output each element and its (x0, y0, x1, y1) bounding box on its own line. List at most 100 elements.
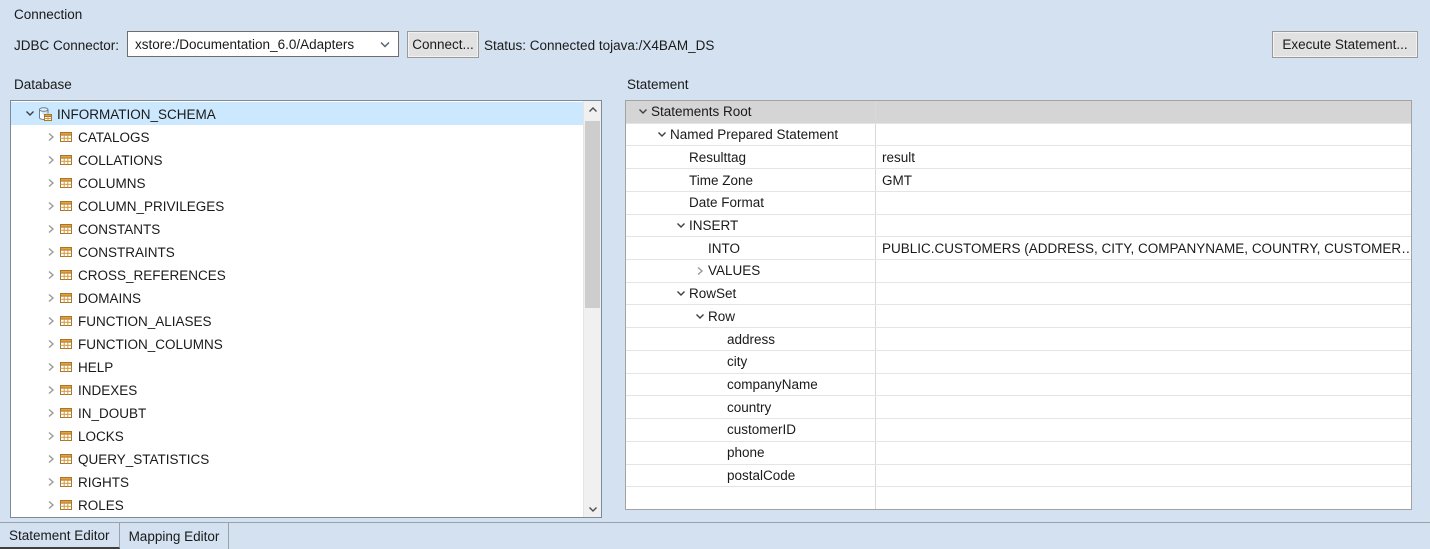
statement-row-value[interactable]: GMT (875, 169, 1411, 191)
statement-row-value[interactable] (875, 192, 1411, 214)
statement-row-value[interactable] (875, 419, 1411, 441)
tree-item-table[interactable]: CROSS_REFERENCES (11, 263, 583, 286)
statement-row-label: city (727, 354, 747, 369)
statement-row-value[interactable]: result (875, 146, 1411, 168)
chevron-right-icon[interactable] (44, 132, 58, 142)
statement-row[interactable]: Row (626, 305, 1411, 328)
chevron-right-icon[interactable] (44, 201, 58, 211)
statement-row[interactable]: postalCode (626, 465, 1411, 488)
chevron-down-icon[interactable] (23, 109, 37, 118)
tree-item-table[interactable]: CATALOGS (11, 125, 583, 148)
statement-row[interactable]: address (626, 328, 1411, 351)
statement-row-value[interactable]: PUBLIC.CUSTOMERS (ADDRESS, CITY, COMPANY… (875, 237, 1411, 259)
statement-row[interactable]: Named Prepared Statement (626, 124, 1411, 147)
chevron-right-icon[interactable] (44, 270, 58, 280)
statement-row[interactable]: Date Format (626, 192, 1411, 215)
statement-row-value[interactable] (875, 124, 1411, 146)
tree-item-information-schema[interactable]: INFORMATION_SCHEMA (11, 102, 583, 125)
tree-item-table[interactable]: CONSTRAINTS (11, 240, 583, 263)
chevron-right-icon[interactable] (44, 500, 58, 510)
table-icon (58, 290, 74, 306)
statement-row-value[interactable] (875, 374, 1411, 396)
statement-row-label: companyName (727, 377, 818, 392)
statement-row-value[interactable] (875, 328, 1411, 350)
statement-row[interactable]: VALUES (626, 260, 1411, 283)
tree-item-table[interactable]: FUNCTION_COLUMNS (11, 332, 583, 355)
statement-row[interactable]: Resulttagresult (626, 146, 1411, 169)
chevron-right-icon[interactable] (44, 385, 58, 395)
scrollbar-thumb[interactable] (585, 121, 600, 308)
chevron-right-icon[interactable] (44, 408, 58, 418)
execute-statement-button[interactable]: Execute Statement... (1272, 31, 1418, 58)
chevron-right-icon[interactable] (44, 155, 58, 165)
chevron-right-icon[interactable] (44, 316, 58, 326)
statement-row[interactable]: companyName (626, 374, 1411, 397)
statement-row[interactable]: country (626, 396, 1411, 419)
database-scrollbar[interactable] (583, 101, 601, 517)
tree-item-table[interactable]: QUERY_STATISTICS (11, 447, 583, 470)
chevron-right-icon[interactable] (691, 266, 708, 276)
tree-item-table[interactable]: CONSTANTS (11, 217, 583, 240)
statement-row-value[interactable] (875, 305, 1411, 327)
table-icon (58, 382, 74, 398)
statement-row[interactable]: INSERT (626, 215, 1411, 238)
statement-row-label: phone (727, 445, 765, 460)
chevron-right-icon[interactable] (44, 431, 58, 441)
statement-row[interactable]: Time ZoneGMT (626, 169, 1411, 192)
scroll-up-icon[interactable] (584, 101, 601, 118)
tab-mapping-editor[interactable]: Mapping Editor (120, 523, 230, 549)
tab-statement-editor[interactable]: Statement Editor (0, 523, 120, 549)
statement-row-name-cell: customerID (626, 419, 875, 441)
statement-tree-table: Statements RootNamed Prepared StatementR… (625, 100, 1412, 510)
chevron-right-icon[interactable] (44, 178, 58, 188)
statement-row-label: country (727, 400, 771, 415)
tree-item-label: CATALOGS (78, 129, 150, 145)
chevron-down-icon[interactable] (634, 107, 651, 116)
statement-row-label: customerID (727, 422, 796, 437)
chevron-down-icon[interactable] (691, 312, 708, 321)
statement-row[interactable]: phone (626, 442, 1411, 465)
jdbc-connector-select[interactable]: xstore:/Documentation_6.0/Adapters (127, 31, 399, 57)
chevron-right-icon[interactable] (44, 477, 58, 487)
chevron-right-icon[interactable] (44, 224, 58, 234)
statement-row-value[interactable] (875, 101, 1411, 123)
statement-row-value[interactable] (875, 465, 1411, 487)
tree-item-table[interactable]: ROLES (11, 493, 583, 516)
tree-item-table[interactable]: LOCKS (11, 424, 583, 447)
statement-row[interactable]: customerID (626, 419, 1411, 442)
statement-row-value[interactable] (875, 351, 1411, 373)
statement-row-value[interactable] (875, 487, 1411, 509)
statement-row[interactable]: INTOPUBLIC.CUSTOMERS (ADDRESS, CITY, COM… (626, 237, 1411, 260)
connect-button[interactable]: Connect... (407, 31, 479, 58)
tree-item-table[interactable]: COLUMNS (11, 171, 583, 194)
chevron-right-icon[interactable] (44, 339, 58, 349)
combo-chevron-down-icon[interactable] (379, 37, 391, 52)
statement-row-value[interactable] (875, 260, 1411, 282)
chevron-down-icon[interactable] (672, 289, 689, 298)
statement-row-name-cell: VALUES (626, 260, 875, 282)
statement-row[interactable]: Statements Root (626, 101, 1411, 124)
tree-item-table[interactable]: FUNCTION_ALIASES (11, 309, 583, 332)
chevron-right-icon[interactable] (44, 454, 58, 464)
statement-row-value[interactable] (875, 442, 1411, 464)
tree-item-table[interactable]: DOMAINS (11, 286, 583, 309)
chevron-down-icon[interactable] (653, 130, 670, 139)
tree-item-table[interactable]: INDEXES (11, 378, 583, 401)
statement-row[interactable] (626, 487, 1411, 509)
chevron-down-icon[interactable] (672, 221, 689, 230)
statement-row[interactable]: RowSet (626, 283, 1411, 306)
tree-item-table[interactable]: COLUMN_PRIVILEGES (11, 194, 583, 217)
chevron-right-icon[interactable] (44, 247, 58, 257)
chevron-right-icon[interactable] (44, 362, 58, 372)
statement-row-value[interactable] (875, 215, 1411, 237)
scroll-down-icon[interactable] (584, 500, 601, 517)
tree-item-table[interactable]: HELP (11, 355, 583, 378)
jdbc-connector-value: xstore:/Documentation_6.0/Adapters (135, 37, 354, 52)
tree-item-table[interactable]: IN_DOUBT (11, 401, 583, 424)
statement-row-value[interactable] (875, 283, 1411, 305)
statement-row-value[interactable] (875, 396, 1411, 418)
chevron-right-icon[interactable] (44, 293, 58, 303)
tree-item-table[interactable]: RIGHTS (11, 470, 583, 493)
statement-row[interactable]: city (626, 351, 1411, 374)
tree-item-table[interactable]: COLLATIONS (11, 148, 583, 171)
